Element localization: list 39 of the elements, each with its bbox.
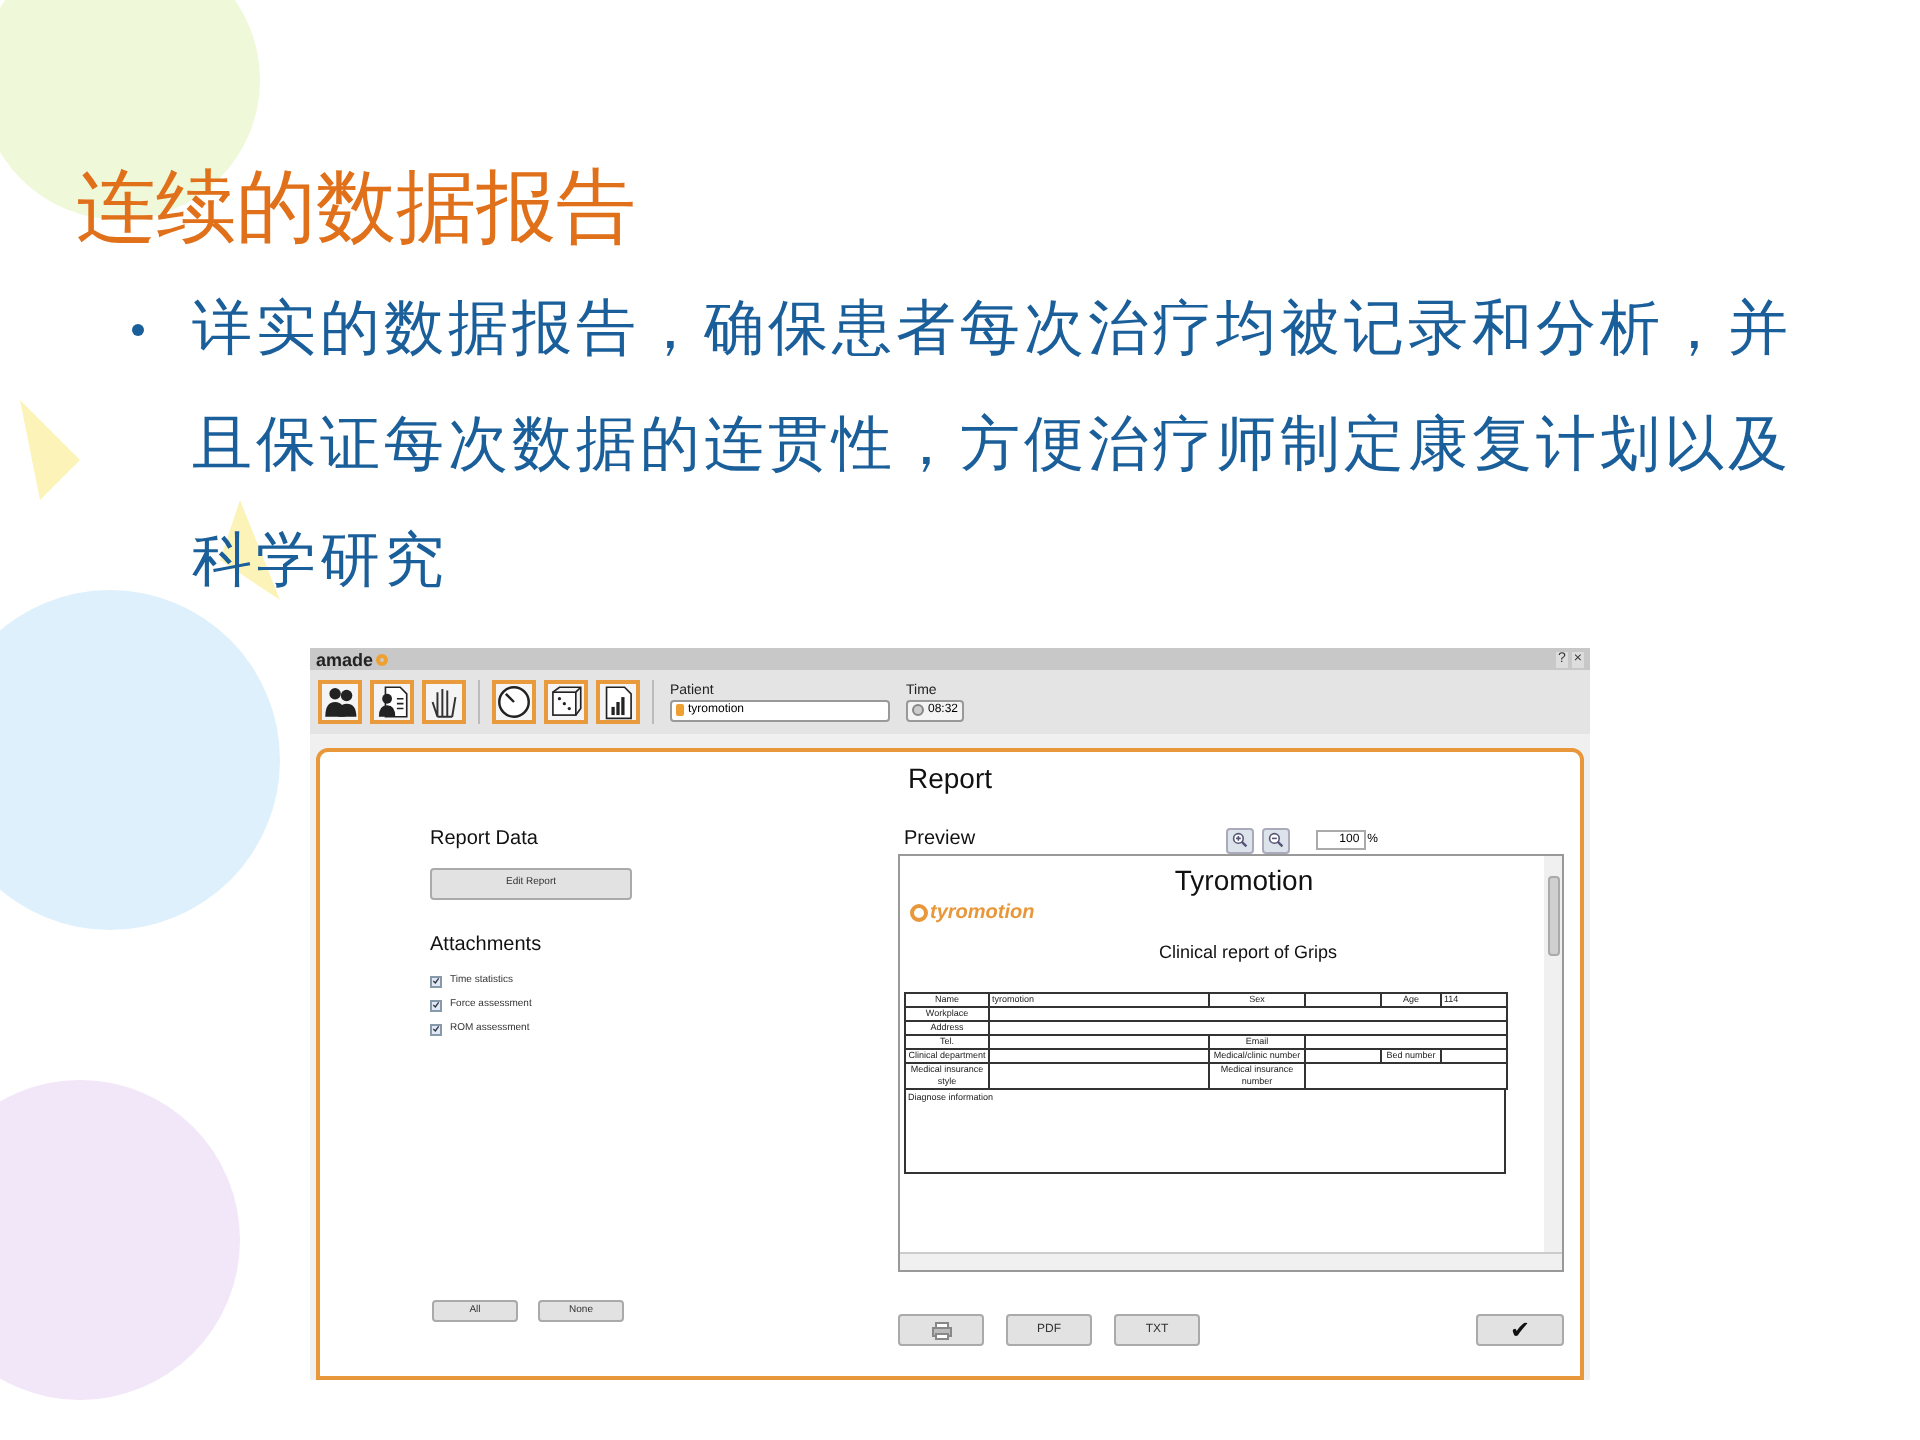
hand-icon [426, 684, 462, 720]
toolbar-button[interactable] [596, 680, 640, 724]
checkbox[interactable] [430, 1023, 442, 1035]
zoom-in-icon [1231, 832, 1248, 848]
section-heading: Preview [904, 828, 976, 852]
clock-icon [912, 704, 924, 716]
people-icon [322, 684, 358, 720]
document-title: Tyromotion [1174, 864, 1314, 896]
dice-icon [548, 684, 584, 720]
person-document-icon [374, 684, 410, 720]
gauge-icon [496, 684, 532, 720]
checkbox[interactable] [430, 975, 442, 987]
toolbar-button[interactable] [370, 680, 414, 724]
section-heading: Report Data [430, 828, 538, 852]
bullet-text: 详实的数据报告，确保患者每次治疗均被记录和分析，并且保证每次数据的连贯性，方便治疗师制定康复计划以及科学研究 [192, 292, 1794, 600]
checkbox[interactable] [430, 999, 442, 1011]
zoom-button[interactable] [1225, 827, 1254, 853]
print-button[interactable] [898, 1314, 984, 1346]
logo-icon [910, 904, 928, 922]
section-heading: Attachments [430, 934, 542, 958]
app-logo: amade [316, 649, 374, 669]
slide-title: 连续的数据报告 [76, 160, 636, 258]
vertical-scrollbar[interactable] [1544, 856, 1562, 1252]
bullet-icon [132, 324, 144, 336]
document-subtitle: Clinical report of Grips [1158, 942, 1338, 964]
company-logo: tyromotion [930, 902, 1035, 924]
zoom-button[interactable] [1261, 827, 1290, 853]
toolbar-button[interactable] [318, 680, 362, 724]
printer-icon [931, 1321, 951, 1339]
toolbar-button[interactable] [422, 680, 466, 724]
person-icon [676, 704, 684, 716]
panel-title: Report [907, 760, 993, 796]
toolbar-button[interactable] [544, 680, 588, 724]
logo-icon [375, 653, 388, 665]
horizontal-scrollbar[interactable] [900, 1252, 1562, 1270]
bar-chart-icon [600, 684, 636, 720]
confirm-button[interactable]: ✔ [1476, 1314, 1564, 1346]
zoom-out-icon [1267, 832, 1284, 848]
toolbar-button[interactable] [492, 680, 536, 724]
